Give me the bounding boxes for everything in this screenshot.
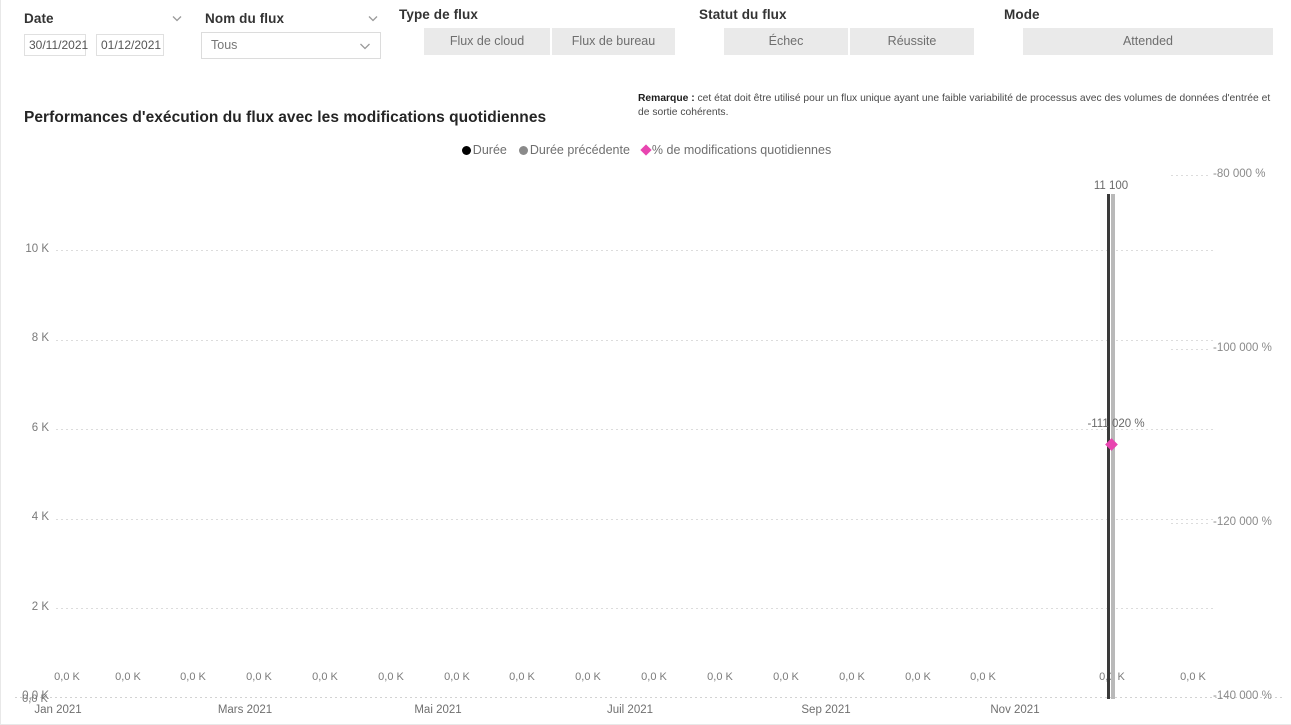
flow-status-slicer-label: Statut du flux — [699, 7, 787, 22]
flow-type-slicer-label: Type de flux — [399, 7, 478, 22]
flow-type-option-cloud[interactable]: Flux de cloud — [424, 28, 550, 55]
flow-type-option-desktop[interactable]: Flux de bureau — [552, 28, 675, 55]
x-axis-tick: Juil 2021 — [606, 704, 654, 716]
bar-data-label: 0,0 K — [444, 671, 470, 683]
y-left-tick: 8 K — [31, 332, 49, 344]
flow-name-selected-value: Tous — [211, 38, 238, 52]
bar-data-label: 0,0 K — [905, 671, 931, 683]
page-title: Performances d'exécution du flux avec le… — [24, 109, 547, 126]
chevron-down-icon[interactable] — [170, 11, 184, 25]
bar-data-label: 0,0 K — [773, 671, 799, 683]
bar-value-label: 11 100 — [1093, 180, 1129, 192]
bar-data-label: 0,0 K — [707, 671, 733, 683]
x-axis-tick: Mai 2021 — [414, 704, 462, 716]
filter-bar: Date 30/11/2021 01/12/2021 Nom du flux T… — [1, 0, 1291, 70]
legend-label: Durée — [472, 143, 507, 157]
legend-marker-circle-icon — [461, 146, 471, 155]
bar-data-label: 0,0 K — [180, 671, 206, 683]
date-slicer-label: Date — [24, 11, 54, 26]
y-left-tick: 2 K — [31, 601, 49, 613]
note-body: cet état doit être utilisé pour un flux … — [638, 93, 1271, 118]
legend-label: Durée précédente — [529, 143, 630, 157]
x-axis-tick: Sep 2021 — [801, 704, 851, 716]
gridline — [56, 608, 1216, 609]
gridline — [56, 250, 1216, 251]
x-axis-tick: Mars 2021 — [217, 704, 273, 716]
date-start-input[interactable]: 30/11/2021 — [24, 34, 88, 56]
date-end-input[interactable]: 01/12/2021 — [96, 34, 164, 56]
gridline-right — [1171, 523, 1211, 524]
bar-data-label: 0,0 K — [246, 671, 272, 683]
x-axis-tick: Jan 2021 — [34, 704, 82, 716]
chevron-down-icon[interactable] — [358, 39, 372, 53]
note-prefix: Remarque : — [638, 93, 695, 104]
mode-option-attended[interactable]: Attended — [1023, 28, 1273, 55]
bar-data-label: 0,0 K — [378, 671, 404, 683]
bar-data-label: 0,0 K — [970, 671, 996, 683]
y-left-tick: 10 K — [25, 243, 49, 255]
y-right-tick: -100 000 % — [1213, 342, 1272, 354]
flow-status-option-failure[interactable]: Échec — [724, 28, 848, 55]
flow-status-option-success[interactable]: Réussite — [850, 28, 974, 55]
flow-name-slicer-label: Nom du flux — [205, 11, 285, 26]
y-right-tick: -140 000 % — [1213, 690, 1272, 702]
chart-legend: Durée Durée précédente % de modification… — [1, 143, 1291, 157]
legend-marker-circle-icon — [518, 146, 528, 155]
bar-data-label: 0,0 K — [839, 671, 865, 683]
y-right-tick: -80 000 % — [1213, 168, 1266, 180]
chart-plot-area: 10 K 8 K 6 K 4 K 2 K 0,0 K -80 000 % -10… — [1, 160, 1291, 724]
y-left-tick: 4 K — [31, 511, 49, 523]
x-axis-line — [15, 697, 1285, 698]
pct-value-label: -111 020 % — [1087, 418, 1145, 430]
gridline-right — [1171, 175, 1211, 176]
mode-slicer-label: Mode — [1004, 7, 1040, 22]
legend-item-pct-modifications[interactable]: % de modifications quotidiennes — [640, 143, 832, 157]
gridline — [56, 519, 1216, 520]
chevron-down-icon[interactable] — [366, 11, 380, 25]
note-text: Remarque : cet état doit être utilisé po… — [638, 92, 1278, 120]
bar-data-label: 0,0 K — [312, 671, 338, 683]
bar-data-label: 0,0 K — [1180, 671, 1206, 683]
bar-data-label: 0,0 K — [115, 671, 141, 683]
bar-data-label: 0,0 K — [509, 671, 535, 683]
gridline — [56, 340, 1216, 341]
legend-item-duree-precedente[interactable]: Durée précédente — [518, 143, 630, 157]
y-left-tick: 6 K — [31, 422, 49, 434]
gridline — [56, 429, 1216, 430]
bar-data-label: 0,0 K — [54, 671, 80, 683]
bar-data-label: 0,0 K — [641, 671, 667, 683]
report-page: Date 30/11/2021 01/12/2021 Nom du flux T… — [0, 0, 1291, 725]
bar-data-label: 0,0 K — [575, 671, 601, 683]
x-axis-tick: Nov 2021 — [990, 704, 1040, 716]
legend-marker-diamond-icon — [640, 144, 652, 156]
legend-label: % de modifications quotidiennes — [651, 143, 832, 157]
y-right-tick: -120 000 % — [1213, 516, 1272, 528]
flow-name-select[interactable]: Tous — [201, 32, 381, 59]
legend-item-duree[interactable]: Durée — [461, 143, 507, 157]
gridline-right — [1171, 349, 1211, 350]
